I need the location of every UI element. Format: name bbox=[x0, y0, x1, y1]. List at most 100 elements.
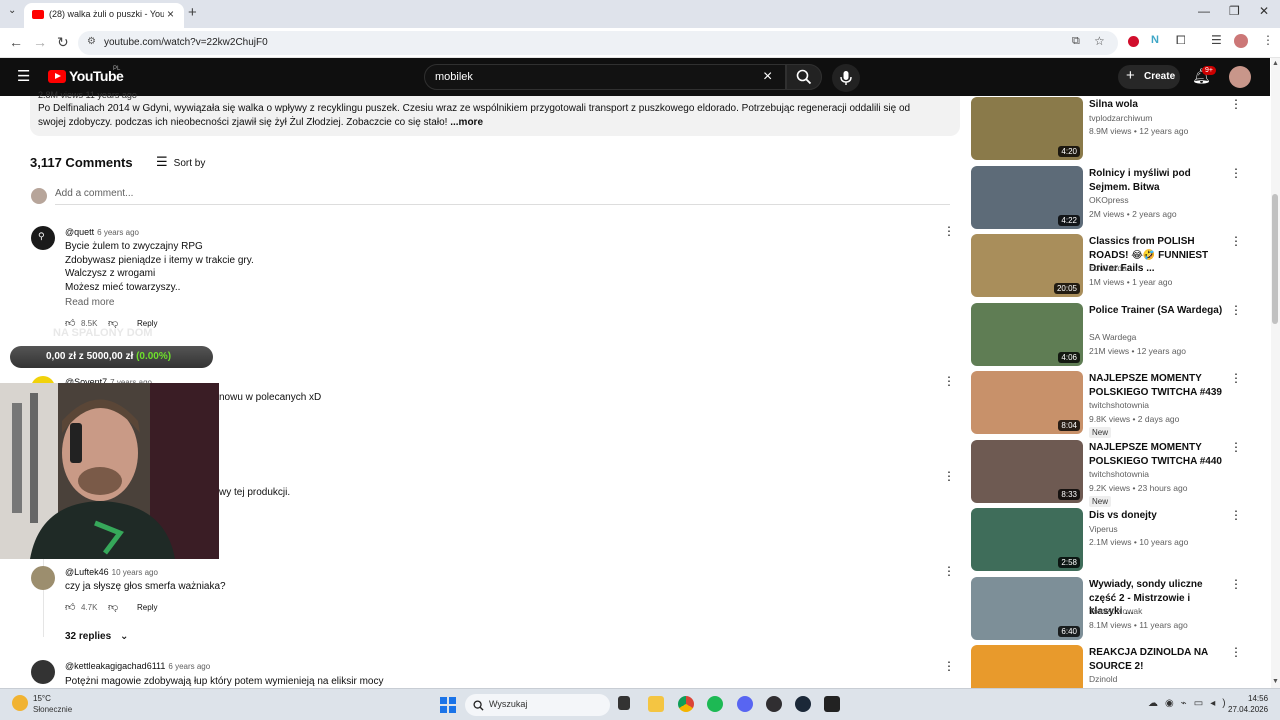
new-tab-plus-icon[interactable]: + bbox=[188, 4, 197, 21]
create-button[interactable]: + Create bbox=[1118, 65, 1180, 89]
replies-toggle[interactable]: 32 replies ⌄ bbox=[65, 631, 128, 642]
video-thumbnail[interactable]: 8:04 bbox=[971, 371, 1083, 434]
comment-menu-kebab-icon[interactable]: ⋮ bbox=[943, 374, 955, 388]
weather-temperature[interactable]: 15°C bbox=[33, 694, 51, 703]
comment-menu-kebab-icon[interactable]: ⋮ bbox=[943, 564, 955, 578]
video-channel[interactable]: Dzinold bbox=[1089, 674, 1117, 684]
task-view-icon[interactable] bbox=[618, 696, 630, 710]
video-title[interactable]: Police Trainer (SA Wardega) bbox=[1089, 304, 1224, 318]
video-menu-kebab-icon[interactable]: ⋮ bbox=[1230, 97, 1242, 111]
reading-list-icon[interactable]: ☰ bbox=[1211, 33, 1222, 47]
comment-avatar[interactable] bbox=[31, 660, 55, 684]
video-menu-kebab-icon[interactable]: ⋮ bbox=[1230, 371, 1242, 385]
tab-search-chevron-icon[interactable]: ⌄ bbox=[8, 5, 16, 16]
author-handle[interactable]: @quett bbox=[65, 227, 94, 237]
file-explorer-icon[interactable] bbox=[648, 696, 664, 712]
minimize-icon[interactable]: — bbox=[1198, 4, 1210, 18]
video-menu-kebab-icon[interactable]: ⋮ bbox=[1230, 508, 1242, 522]
author-handle[interactable]: @kettleakagigachad6111 bbox=[65, 661, 165, 671]
video-description[interactable]: 2.8M views 11 years ago Po Delfinaliach … bbox=[30, 90, 960, 136]
browser-menu-kebab-icon[interactable]: ⋮ bbox=[1262, 33, 1274, 47]
comment-time[interactable]: 10 years ago bbox=[112, 568, 158, 577]
browser-tab[interactable]: (28) walka żuli o puszki - YouTube × bbox=[24, 3, 184, 28]
video-channel[interactable]: twitchshotownia bbox=[1089, 469, 1149, 479]
system-clock[interactable]: 14:56 27.04.2026 bbox=[1228, 693, 1268, 715]
voice-search-button[interactable] bbox=[832, 64, 860, 92]
comment-author[interactable]: @kettleakagigachad6111 6 years ago bbox=[65, 661, 210, 671]
add-comment-input[interactable]: Add a comment... bbox=[55, 188, 133, 199]
video-menu-kebab-icon[interactable]: ⋮ bbox=[1230, 645, 1242, 659]
video-title[interactable]: NAJLEPSZE MOMENTY POLSKIEGO TWITCHA #439 bbox=[1089, 372, 1224, 399]
like-thumb-icon[interactable]: 👍︎ bbox=[65, 601, 75, 613]
guide-menu-icon[interactable]: ☰ bbox=[17, 67, 30, 85]
chrome-icon[interactable] bbox=[678, 696, 694, 712]
dislike-thumb-icon[interactable]: 👎︎ bbox=[108, 601, 118, 613]
video-thumbnail[interactable]: 6:40 bbox=[971, 577, 1083, 640]
obs-icon[interactable] bbox=[766, 696, 782, 712]
tab-close-icon[interactable]: × bbox=[167, 7, 174, 21]
opera-extension-icon[interactable] bbox=[1128, 36, 1139, 47]
video-channel[interactable]: twitchshotownia bbox=[1089, 400, 1149, 410]
discord-icon[interactable] bbox=[737, 696, 753, 712]
forward-arrow-icon[interactable]: → bbox=[33, 34, 47, 50]
video-menu-kebab-icon[interactable]: ⋮ bbox=[1230, 440, 1242, 454]
window-close-icon[interactable]: ✕ bbox=[1259, 4, 1269, 18]
comment-menu-kebab-icon[interactable]: ⋮ bbox=[943, 659, 955, 673]
sort-by-button[interactable]: ☰ Sort by bbox=[156, 154, 205, 170]
video-thumbnail[interactable]: 4:06 bbox=[971, 303, 1083, 366]
video-channel[interactable]: SA Wardega bbox=[1089, 332, 1136, 342]
search-button[interactable] bbox=[786, 64, 822, 90]
video-thumbnail[interactable]: 20:05 bbox=[971, 234, 1083, 297]
comment-avatar[interactable]: ⚲ bbox=[31, 226, 55, 250]
video-thumbnail[interactable]: 2:58 bbox=[971, 508, 1083, 571]
account-avatar[interactable] bbox=[1229, 66, 1251, 88]
comment-author[interactable]: @Luftek46 10 years ago bbox=[65, 567, 158, 577]
video-title[interactable]: NAJLEPSZE MOMENTY POLSKIEGO TWITCHA #440 bbox=[1089, 441, 1224, 468]
clear-search-icon[interactable]: × bbox=[763, 68, 772, 86]
video-thumbnail[interactable]: 8:33 bbox=[971, 440, 1083, 503]
page-scrollbar-thumb[interactable] bbox=[1272, 194, 1278, 324]
video-thumbnail[interactable]: 4:20 bbox=[971, 97, 1083, 160]
video-channel[interactable]: OKOpress bbox=[1089, 195, 1129, 205]
video-thumbnail[interactable]: 4:22 bbox=[971, 166, 1083, 229]
back-arrow-icon[interactable]: ← bbox=[9, 34, 23, 50]
profile-avatar-icon[interactable] bbox=[1234, 34, 1248, 48]
taskbar-search[interactable]: Wyszukaj bbox=[465, 694, 610, 716]
video-title[interactable]: REAKCJA DZINOLDA NA SOURCE 2! bbox=[1089, 646, 1224, 673]
video-menu-kebab-icon[interactable]: ⋮ bbox=[1230, 577, 1242, 591]
scroll-down-arrow-icon[interactable]: ▼ bbox=[1272, 678, 1279, 685]
description-more-link[interactable]: ...more bbox=[450, 117, 483, 128]
comment-time[interactable]: 6 years ago bbox=[168, 662, 210, 671]
video-title[interactable]: Rolnicy i myśliwi pod Sejmem. Bitwa bbox=[1089, 167, 1224, 194]
comment-menu-kebab-icon[interactable]: ⋮ bbox=[943, 224, 955, 238]
spotify-icon[interactable] bbox=[707, 696, 723, 712]
steam-icon[interactable] bbox=[795, 696, 811, 712]
video-channel[interactable]: Viperus bbox=[1089, 524, 1118, 534]
bookmark-star-icon[interactable]: ☆ bbox=[1094, 34, 1105, 48]
restore-icon[interactable]: ❐ bbox=[1229, 4, 1240, 18]
video-channel[interactable]: tvplodzarchiwum bbox=[1089, 113, 1152, 123]
extensions-puzzle-icon[interactable]: ⧠ bbox=[1176, 33, 1186, 48]
search-input[interactable]: mobilek × bbox=[424, 64, 786, 90]
video-channel[interactable]: Tomek Nowak bbox=[1089, 606, 1142, 616]
video-menu-kebab-icon[interactable]: ⋮ bbox=[1230, 234, 1242, 248]
weather-icon[interactable] bbox=[12, 695, 28, 711]
install-app-icon[interactable]: ⧉ bbox=[1072, 35, 1080, 48]
comment-author[interactable]: @quett 6 years ago bbox=[65, 227, 139, 237]
comment-avatar[interactable] bbox=[31, 566, 55, 590]
reload-icon[interactable]: ↻ bbox=[57, 34, 69, 51]
translate-extension-icon[interactable]: N bbox=[1151, 34, 1159, 46]
video-title[interactable]: Silna wola bbox=[1089, 98, 1224, 112]
video-title[interactable]: Dis vs donejty bbox=[1089, 509, 1224, 523]
scroll-up-arrow-icon[interactable]: ▲ bbox=[1272, 60, 1279, 67]
site-info-icon[interactable]: ⚙ bbox=[87, 36, 96, 47]
video-channel[interactable]: EduJazda bbox=[1089, 263, 1127, 273]
reply-button[interactable]: Reply bbox=[137, 603, 157, 612]
comment-time[interactable]: 6 years ago bbox=[97, 228, 139, 237]
windows-start-icon[interactable] bbox=[440, 697, 456, 713]
video-menu-kebab-icon[interactable]: ⋮ bbox=[1230, 166, 1242, 180]
video-menu-kebab-icon[interactable]: ⋮ bbox=[1230, 303, 1242, 317]
comment-menu-kebab-icon[interactable]: ⋮ bbox=[943, 469, 955, 483]
read-more-link[interactable]: Read more bbox=[65, 297, 114, 308]
weather-description[interactable]: Słonecznie bbox=[33, 705, 72, 714]
